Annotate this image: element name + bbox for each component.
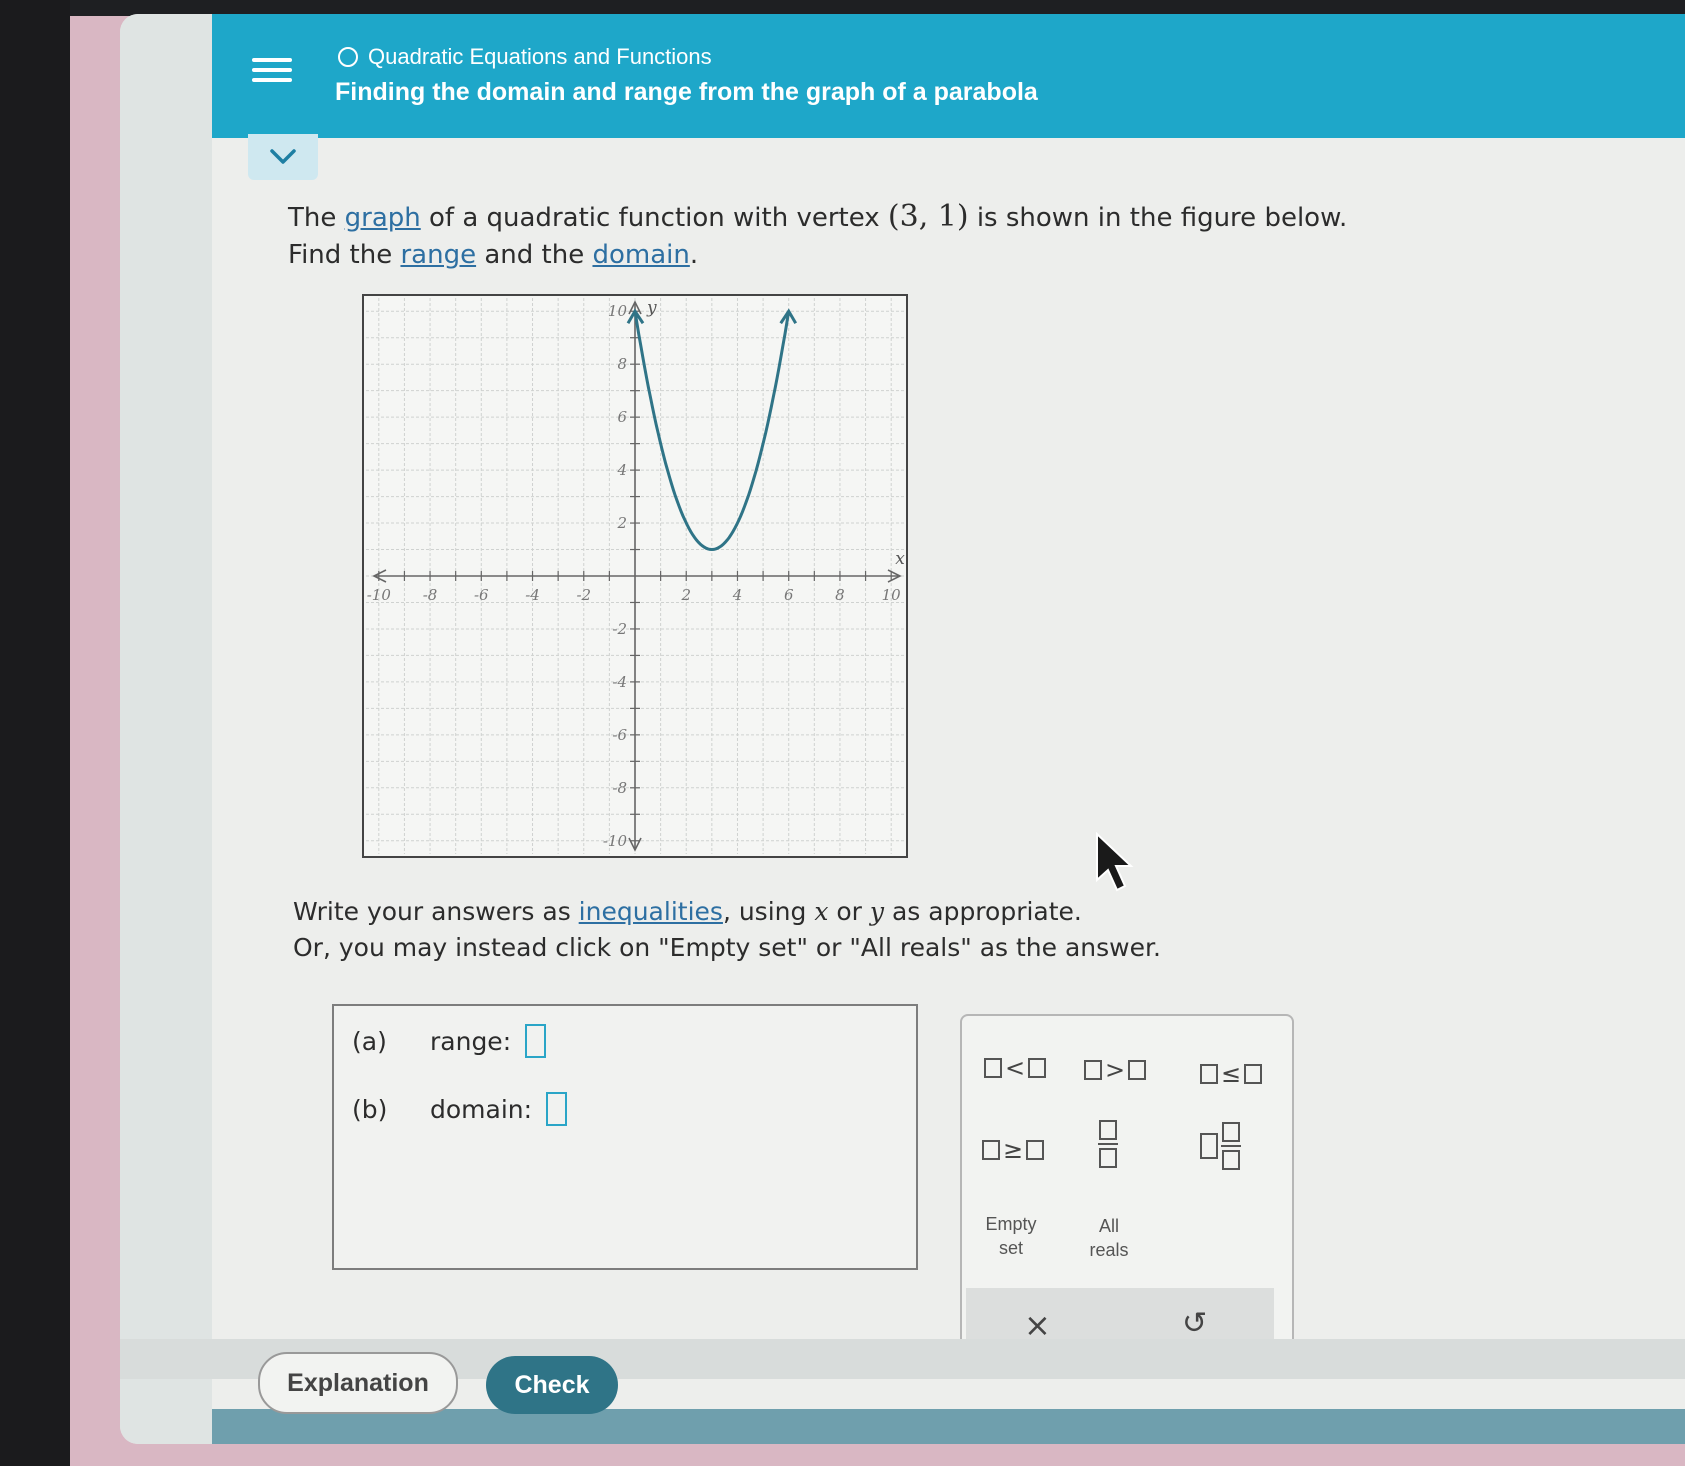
range-row: (a) range: bbox=[352, 1024, 547, 1058]
parabola-graph: -10 -8 -6 -4 -2 2 4 6 8 10 10 8 6 4 2 -2 -4 -6 -8 -10 x y bbox=[362, 294, 908, 858]
mixed-number-button[interactable] bbox=[1200, 1122, 1241, 1170]
domain-link[interactable]: domain bbox=[592, 240, 689, 270]
y-tick-label: -6 bbox=[612, 726, 627, 744]
part-a-label: (a) bbox=[352, 1026, 387, 1056]
greater-than-button[interactable]: > bbox=[1084, 1056, 1147, 1084]
gt-symbol: > bbox=[1105, 1056, 1126, 1084]
domain-row: (b) domain: bbox=[352, 1092, 568, 1126]
slot-icon bbox=[984, 1058, 1002, 1078]
page-title: Finding the domain and range from the gr… bbox=[335, 78, 1038, 106]
collapse-toggle[interactable] bbox=[248, 134, 318, 180]
part-b-label: (b) bbox=[352, 1094, 388, 1124]
bottom-bar bbox=[212, 1409, 1685, 1444]
x-tick-label: 6 bbox=[784, 586, 794, 604]
slot-icon bbox=[1026, 1140, 1045, 1160]
monitor-bezel bbox=[0, 0, 70, 1466]
x-tick-label: -8 bbox=[423, 586, 438, 604]
x-tick-label: -4 bbox=[525, 586, 540, 604]
graph-link[interactable]: graph bbox=[345, 203, 421, 233]
range-label: range: bbox=[430, 1026, 512, 1056]
topic-header bbox=[212, 14, 1685, 138]
var-x: x bbox=[814, 897, 829, 926]
y-tick-label: 6 bbox=[617, 408, 627, 426]
x-axis-label: x bbox=[895, 549, 905, 569]
q-text: is shown in the figure below. bbox=[968, 203, 1348, 233]
x-tick-label: -10 bbox=[367, 586, 392, 604]
math-palette: < > ≤ ≥ Empty set All reals × ↺ bbox=[960, 1014, 1294, 1378]
slot-icon bbox=[1200, 1064, 1218, 1084]
all-reals-button[interactable]: All reals bbox=[1074, 1214, 1144, 1262]
domain-input[interactable] bbox=[546, 1092, 568, 1126]
instruction-line-1: Write your answers as inequalities, usin… bbox=[293, 894, 1161, 930]
vertex-value: (3, 1) bbox=[887, 199, 969, 234]
greater-equal-button[interactable]: ≥ bbox=[982, 1136, 1045, 1164]
question-text: The graph of a quadratic function with v… bbox=[288, 198, 1347, 274]
fraction-button[interactable] bbox=[1098, 1120, 1118, 1168]
question-line-2: Find the range and the domain. bbox=[288, 237, 1347, 274]
instr-text: , using bbox=[722, 897, 815, 926]
fraction-icon bbox=[1221, 1122, 1241, 1170]
app-screen: Quadratic Equations and Functions Findin… bbox=[120, 14, 1685, 1444]
inequalities-link[interactable]: inequalities bbox=[579, 897, 723, 926]
x-tick-label: 2 bbox=[680, 586, 691, 604]
lt-symbol: < bbox=[1005, 1054, 1026, 1082]
domain-label: domain: bbox=[430, 1094, 533, 1124]
y-tick-label: 10 bbox=[608, 302, 628, 320]
le-symbol: ≤ bbox=[1221, 1060, 1242, 1088]
q-text: Find the bbox=[288, 240, 401, 270]
x-tick-label: -6 bbox=[474, 586, 489, 604]
breadcrumb: Quadratic Equations and Functions bbox=[338, 44, 712, 70]
empty-set-label: Empty bbox=[985, 1214, 1037, 1234]
q-text: The bbox=[288, 203, 345, 233]
x-tick-label: -2 bbox=[576, 586, 591, 604]
slot-icon bbox=[1028, 1058, 1047, 1078]
ge-symbol: ≥ bbox=[1003, 1136, 1024, 1164]
instr-text: as appropriate. bbox=[884, 897, 1082, 926]
y-tick-label: -10 bbox=[603, 832, 628, 850]
y-tick-label: 8 bbox=[617, 355, 627, 373]
fraction-icon bbox=[1098, 1120, 1118, 1168]
all-reals-label: reals bbox=[1089, 1240, 1129, 1260]
x-tick-label: 10 bbox=[882, 586, 902, 604]
slot-icon bbox=[1244, 1064, 1263, 1084]
undo-icon[interactable]: ↺ bbox=[1182, 1306, 1207, 1341]
y-tick-label: -8 bbox=[612, 779, 627, 797]
q-text: and the bbox=[476, 240, 593, 270]
slot-icon bbox=[1200, 1133, 1218, 1159]
y-axis-label: y bbox=[646, 298, 657, 318]
check-button[interactable]: Check bbox=[486, 1356, 618, 1414]
y-tick-label: 4 bbox=[616, 461, 627, 479]
chevron-down-icon bbox=[270, 149, 296, 164]
instruction-line-2: Or, you may instead click on "Empty set"… bbox=[293, 933, 1161, 962]
range-link[interactable]: range bbox=[400, 240, 476, 270]
empty-set-button[interactable]: Empty set bbox=[976, 1212, 1046, 1260]
menu-icon[interactable] bbox=[252, 52, 292, 92]
instr-text: Write your answers as bbox=[293, 897, 579, 926]
slot-icon bbox=[982, 1140, 1000, 1160]
slot-icon bbox=[1084, 1060, 1102, 1080]
range-input[interactable] bbox=[525, 1024, 547, 1058]
x-tick-label: 8 bbox=[835, 586, 845, 604]
instructions: Write your answers as inequalities, usin… bbox=[293, 894, 1161, 966]
q-text: . bbox=[689, 240, 699, 270]
slot-icon bbox=[1128, 1060, 1147, 1080]
empty-set-label: set bbox=[998, 1238, 1023, 1258]
explanation-button[interactable]: Explanation bbox=[258, 1352, 458, 1414]
breadcrumb-text: Quadratic Equations and Functions bbox=[368, 44, 712, 69]
y-tick-label: -2 bbox=[612, 620, 627, 638]
all-reals-label: All bbox=[1098, 1216, 1119, 1236]
mouse-cursor-icon bbox=[1096, 832, 1134, 892]
y-tick-label: 2 bbox=[616, 514, 627, 532]
less-equal-button[interactable]: ≤ bbox=[1200, 1060, 1263, 1088]
instr-text: or bbox=[828, 897, 870, 926]
less-than-button[interactable]: < bbox=[984, 1054, 1047, 1082]
left-margin bbox=[120, 14, 212, 1444]
q-text: of a quadratic function with vertex bbox=[420, 203, 888, 233]
y-tick-label: -4 bbox=[612, 673, 627, 691]
x-tick-label: 4 bbox=[732, 586, 743, 604]
progress-circle-icon bbox=[338, 47, 358, 67]
question-line-1: The graph of a quadratic function with v… bbox=[288, 198, 1347, 237]
var-y: y bbox=[869, 897, 885, 926]
answer-box: (a) range: (b) domain: bbox=[332, 1004, 918, 1270]
